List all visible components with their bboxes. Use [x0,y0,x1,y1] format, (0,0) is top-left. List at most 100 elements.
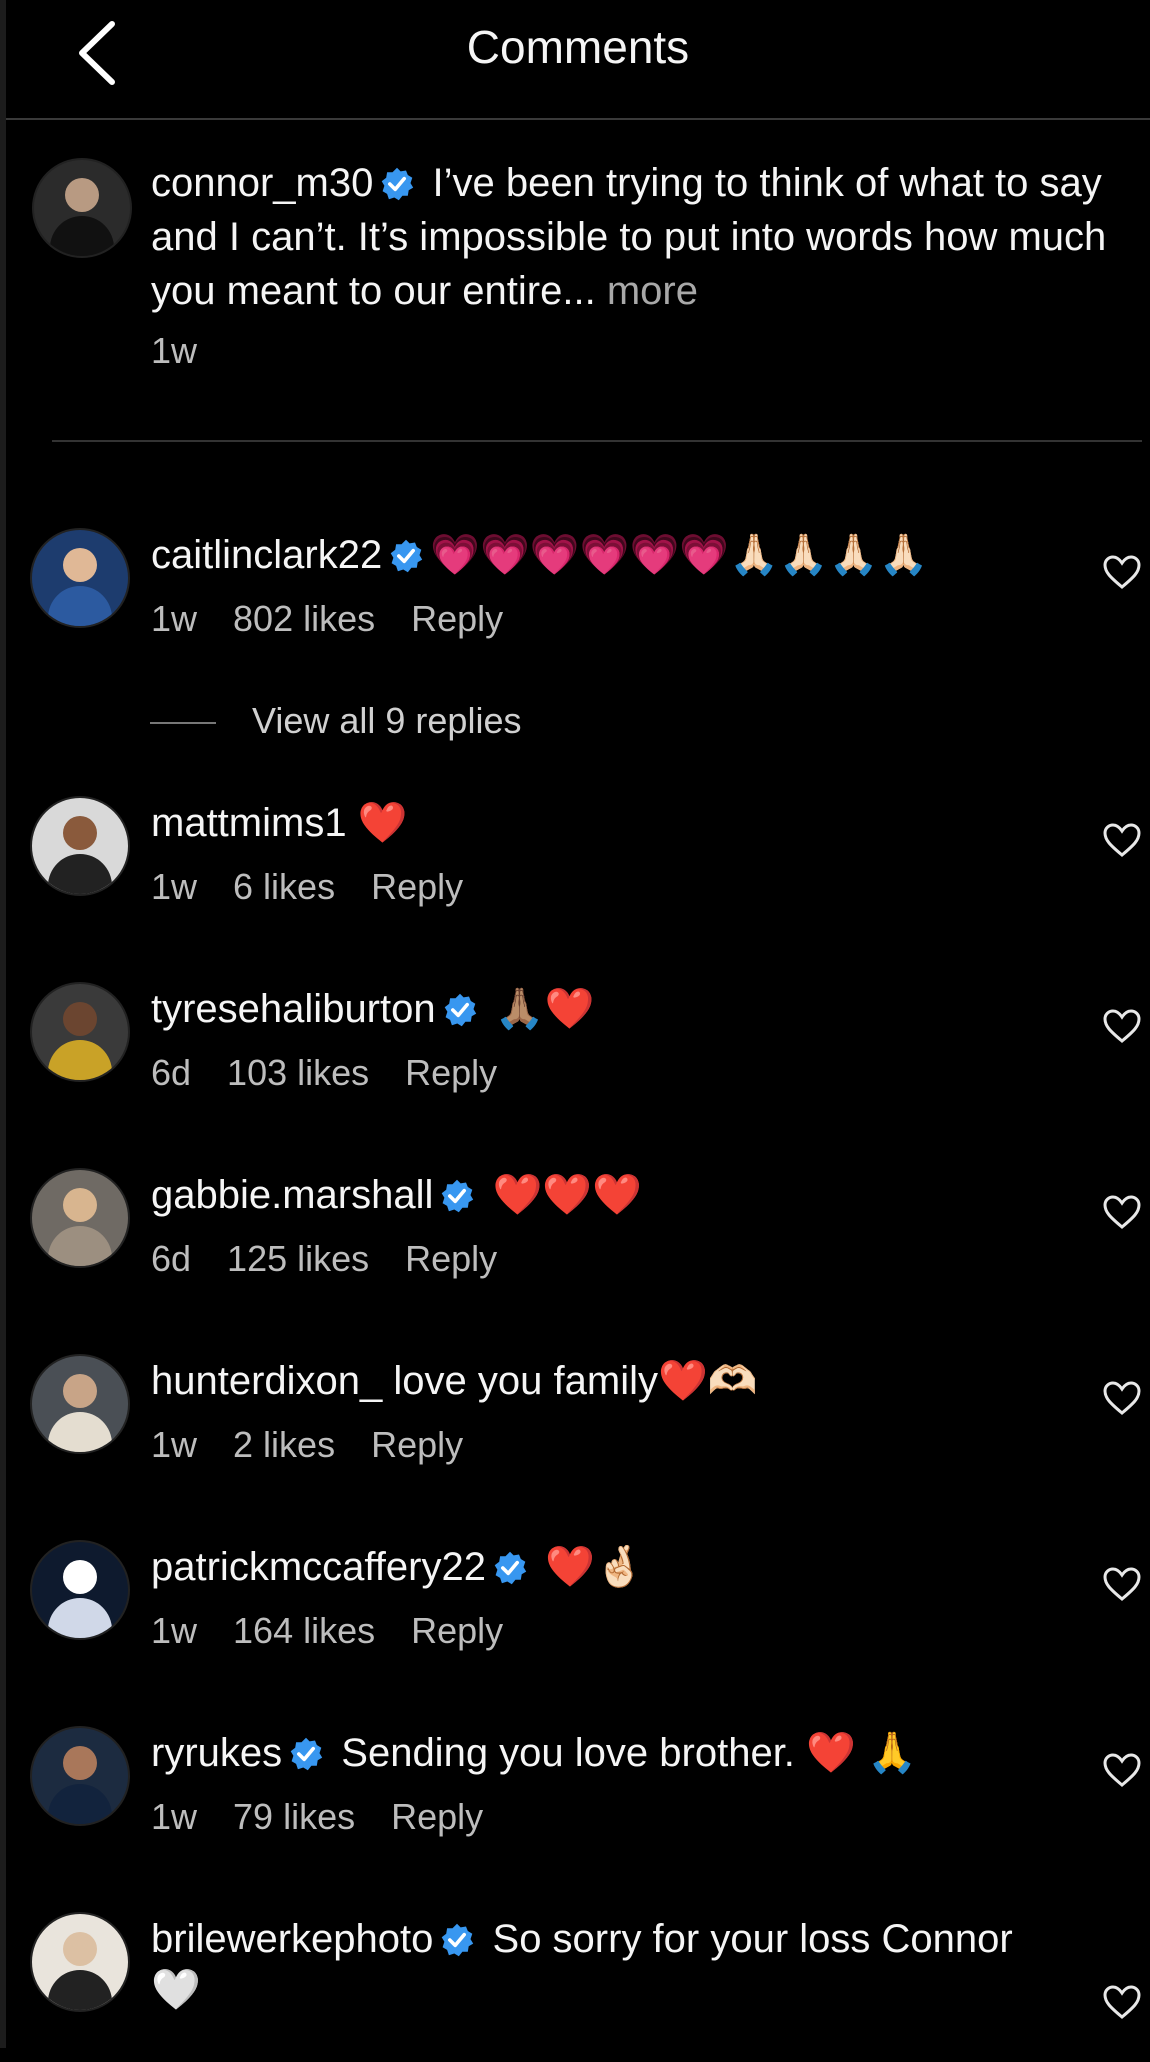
comment-username[interactable]: patrickmccaffery22 [151,1545,486,1589]
view-replies-button[interactable]: View all 9 replies [150,700,521,742]
replies-line [150,722,216,725]
verified-badge-icon [442,1179,474,1213]
like-button[interactable] [1102,1194,1142,1230]
comment-meta: 1w 164 likes Reply [151,1610,539,1652]
view-replies-label: View all 9 replies [252,700,522,741]
like-count[interactable]: 2 likes [233,1424,335,1465]
comment-timestamp: 6d [151,1052,192,1093]
comment-meta: 6d 103 likes Reply [151,1052,533,1094]
page-title: Comments [466,21,690,73]
avatar[interactable] [30,982,130,1082]
like-count[interactable]: 125 likes [227,1238,369,1279]
comment-timestamp: 1w [151,1424,198,1465]
caption-username[interactable]: connor_m30 [151,161,373,205]
comment-text: tyresehaliburton 🙏🏽❤️ [151,982,594,1036]
comment-text: brilewerkephoto So sorry for your loss C… [151,1912,1013,1966]
comment-username[interactable]: gabbie.marshall [151,1173,433,1217]
comment-item: mattmims1 ❤️ 1w 6 likes Reply [6,796,1150,946]
comment-timestamp: 1w [151,1610,198,1651]
heart-icon [1103,555,1141,589]
like-button[interactable] [1102,1984,1142,2020]
avatar[interactable] [30,1168,130,1268]
heart-icon [1103,1753,1141,1787]
heart-icon [1103,823,1141,857]
like-button[interactable] [1102,1566,1142,1602]
reply-button[interactable]: Reply [391,1796,483,1837]
verified-badge-icon [290,1737,323,1771]
reply-button[interactable]: Reply [371,1424,463,1465]
heart-icon [1103,1381,1141,1415]
reply-button[interactable]: Reply [405,1052,497,1093]
verified-badge-icon [390,539,423,573]
reply-button[interactable]: Reply [411,1610,503,1651]
header-bar: Comments [6,0,1150,120]
comment-username[interactable]: caitlinclark22 [151,533,382,577]
comment-body: love you family❤️🫶🏻 [393,1359,758,1403]
comment-text: gabbie.marshall ❤️❤️❤️ [151,1168,642,1222]
caption-timestamp: 1w [151,330,198,371]
comment-text: hunterdixon_ love you family❤️🫶🏻 [151,1354,758,1408]
comment-meta: 1w 2 likes Reply [151,1424,499,1466]
verified-badge-icon [444,993,476,1027]
comment-text: caitlinclark22 💗💗💗💗💗💗🙏🏻🙏🏻🙏🏻🙏🏻 [151,528,928,582]
comment-body: 💗💗💗💗💗💗🙏🏻🙏🏻🙏🏻🙏🏻 [430,533,929,577]
comment-body: So sorry for your loss Connor [492,1917,1013,1961]
post-caption: connor_m30 I’ve been trying to think of … [6,150,1150,380]
comment-text-continued: 🤍 [151,1968,201,2012]
avatar[interactable] [30,796,130,896]
heart-icon [1103,1195,1141,1229]
comment-text: ryrukes Sending you love brother. ❤️ 🙏 [151,1726,917,1780]
comment-body: ❤️🤞🏻 [545,1545,645,1589]
like-button[interactable] [1102,1380,1142,1416]
like-button[interactable] [1102,554,1142,590]
reply-button[interactable]: Reply [411,598,503,639]
comment-item: ryrukes Sending you love brother. ❤️ 🙏 1… [6,1726,1150,1876]
comment-timestamp: 1w [151,866,198,907]
heart-icon [1103,1985,1141,2019]
comment-meta: 1w 802 likes Reply [151,598,539,640]
like-count[interactable]: 802 likes [233,598,375,639]
more-link[interactable]: more [607,269,698,313]
comment-timestamp: 1w [151,1796,198,1837]
comment-timestamp: 6d [151,1238,192,1279]
like-count[interactable]: 103 likes [227,1052,369,1093]
comment-item: patrickmccaffery22 ❤️🤞🏻 1w 164 likes Reply [6,1540,1150,1690]
comment-body: ❤️❤️❤️ [492,1173,642,1217]
verified-badge-icon [442,1923,474,1957]
like-button[interactable] [1102,1752,1142,1788]
comment-username[interactable]: mattmims1 [151,801,347,845]
comment-item: brilewerkephoto So sorry for your loss C… [6,1912,1150,2062]
avatar[interactable] [30,1726,130,1826]
comment-meta: 1w 6 likes Reply [151,866,499,908]
comment-body: 🙏🏽❤️ [494,987,595,1031]
comment-meta: 6d 125 likes Reply [151,1238,533,1280]
like-button[interactable] [1102,822,1142,858]
comment-timestamp: 1w [151,598,198,639]
avatar[interactable] [30,1540,130,1640]
heart-icon [1103,1567,1141,1601]
verified-badge-icon [382,167,414,201]
comment-username[interactable]: tyresehaliburton [151,987,436,1031]
reply-button[interactable]: Reply [371,866,463,907]
like-button[interactable] [1102,1008,1142,1044]
reply-button[interactable]: Reply [405,1238,497,1279]
comment-body: Sending you love brother. ❤️ 🙏 [341,1731,917,1775]
comment-meta: 1w 79 likes Reply [151,1796,519,1838]
comment-username[interactable]: hunterdixon_ [151,1359,382,1403]
avatar[interactable] [30,528,130,628]
comment-item: hunterdixon_ love you family❤️🫶🏻 1w 2 lik… [6,1354,1150,1504]
like-count[interactable]: 164 likes [233,1610,375,1651]
comment-body: ❤️ [357,801,408,845]
divider [52,440,1142,442]
avatar[interactable] [30,1912,130,2012]
comment-text: patrickmccaffery22 ❤️🤞🏻 [151,1540,645,1594]
like-count[interactable]: 6 likes [233,866,335,907]
caption-text: connor_m30 I’ve been trying to think of … [151,156,1150,318]
avatar[interactable] [32,158,132,258]
heart-icon [1103,1009,1141,1043]
comment-username[interactable]: ryrukes [151,1731,282,1775]
comment-username[interactable]: brilewerkephoto [151,1917,433,1961]
like-count[interactable]: 79 likes [233,1796,355,1837]
verified-badge-icon [494,1551,527,1585]
avatar[interactable] [30,1354,130,1454]
